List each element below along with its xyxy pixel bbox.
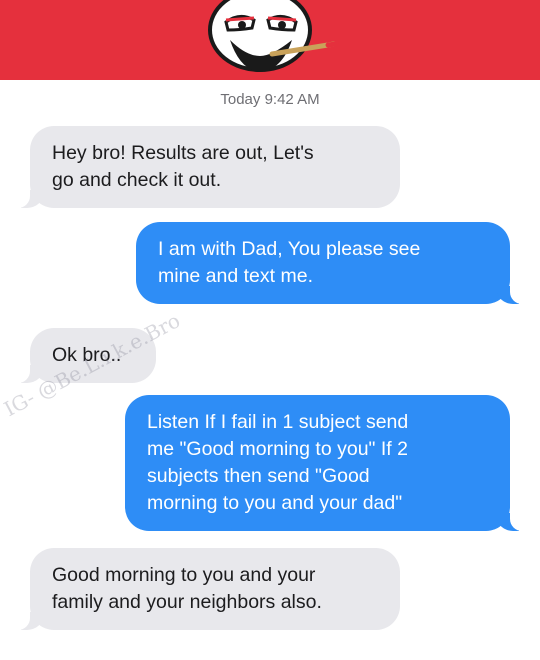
cartoon-face-smoking-icon	[208, 0, 339, 72]
outgoing-message-bubble[interactable]: I am with Dad, You please see mine and t…	[136, 222, 532, 304]
top-banner	[0, 0, 540, 80]
message-timestamp: Today 9:42 AM	[220, 91, 320, 108]
incoming-message-bubble[interactable]: Ok bro..	[8, 328, 156, 383]
incoming-message-bubble[interactable]: Hey bro! Results are out, Let's go and c…	[8, 126, 400, 208]
incoming-message-bubble[interactable]: Good morning to you and your family and …	[8, 548, 400, 630]
outgoing-message-bubble[interactable]: Listen If I fail in 1 subject send me "G…	[125, 395, 532, 531]
